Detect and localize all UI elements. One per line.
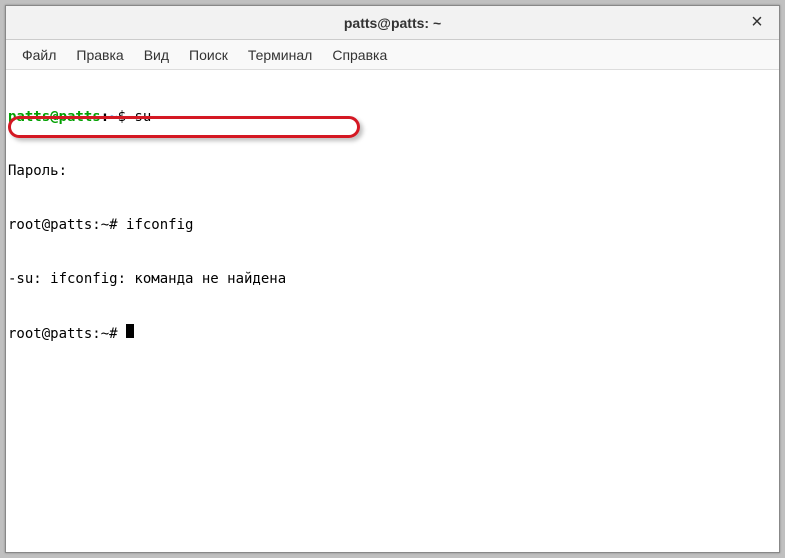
prompt-colon: :	[101, 109, 109, 125]
menu-terminal[interactable]: Терминал	[238, 44, 322, 66]
window-title: patts@patts: ~	[344, 15, 441, 31]
terminal-line-4: -su: ifconfig: команда не найдена	[8, 270, 777, 288]
terminal-window: patts@patts: ~ × Файл Правка Вид Поиск Т…	[5, 5, 780, 553]
terminal-line-3: root@patts:~# ifconfig	[8, 216, 777, 234]
cursor	[126, 324, 134, 338]
prompt-user: patts@patts	[8, 109, 101, 125]
titlebar: patts@patts: ~ ×	[6, 6, 779, 40]
terminal-line-2: Пароль:	[8, 162, 777, 180]
command-text: ifconfig	[126, 217, 193, 233]
menu-help[interactable]: Справка	[322, 44, 397, 66]
menu-view[interactable]: Вид	[134, 44, 179, 66]
close-button[interactable]: ×	[745, 10, 769, 34]
terminal-line-1: patts@patts:~$ su -	[8, 108, 777, 126]
menu-edit[interactable]: Правка	[66, 44, 133, 66]
prompt-path: ~	[109, 109, 117, 125]
menubar: Файл Правка Вид Поиск Терминал Справка	[6, 40, 779, 70]
prompt-symbol: $	[118, 109, 135, 125]
terminal-body[interactable]: patts@patts:~$ su - Пароль: root@patts:~…	[6, 70, 779, 552]
root-prompt: root@patts:~#	[8, 217, 126, 233]
terminal-line-5: root@patts:~#	[8, 324, 777, 343]
close-icon: ×	[751, 11, 763, 34]
menu-file[interactable]: Файл	[12, 44, 66, 66]
command-text: su -	[134, 109, 168, 125]
menu-search[interactable]: Поиск	[179, 44, 238, 66]
root-prompt: root@patts:~#	[8, 326, 126, 342]
